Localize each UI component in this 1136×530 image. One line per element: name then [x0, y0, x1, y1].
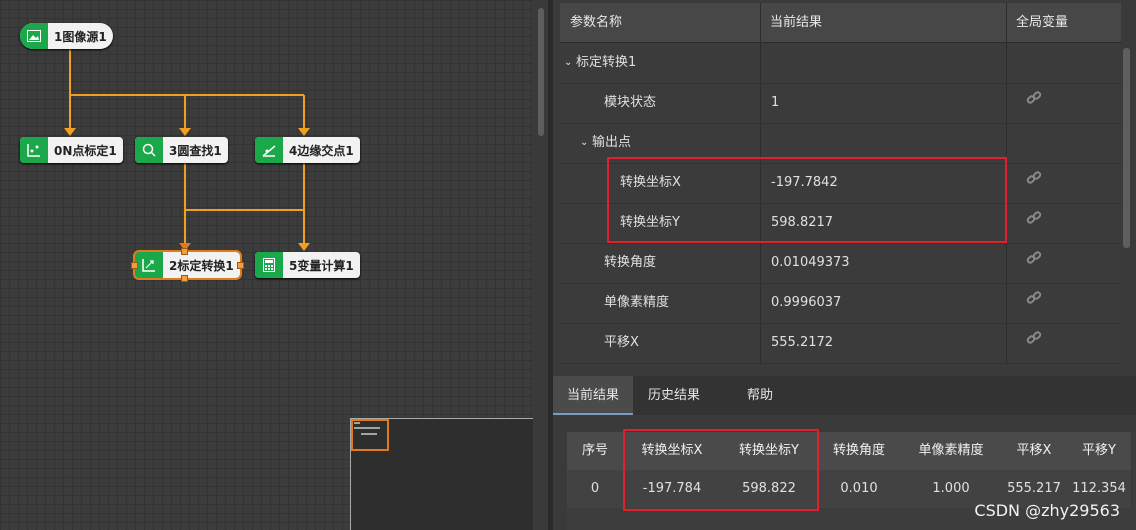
image-icon [20, 23, 48, 49]
node-calibration-transform[interactable]: 2标定转换1 [131, 248, 244, 282]
flow-canvas[interactable]: 1图像源1 0N点标定1 3圆查找1 4边缘交点1 2标定转换1 5变量计算1 [0, 0, 533, 530]
node-label: 5变量计算1 [289, 258, 354, 273]
canvas-scrollbar[interactable] [534, 0, 548, 530]
result-column-header[interactable]: 平移Y [1067, 432, 1132, 470]
parameter-row[interactable]: ⌄ 标定转换1 [560, 43, 1121, 84]
calculator-icon [255, 252, 283, 278]
header-param-name: 参数名称 [570, 15, 623, 30]
circle-search-icon [135, 137, 163, 163]
highlight-box [623, 429, 819, 511]
result-column-header[interactable]: 序号 [567, 432, 624, 470]
parameter-value: 0.9996037 [771, 295, 842, 310]
parameter-row[interactable]: 模块状态 1 [560, 83, 1121, 124]
edge-intersection-icon [255, 137, 283, 163]
link-icon[interactable] [1026, 163, 1042, 184]
calibration-icon [20, 137, 48, 163]
node-n-point-calibration[interactable]: 0N点标定1 [20, 137, 123, 163]
scrollbar-thumb[interactable] [1123, 48, 1130, 248]
chevron-down-icon[interactable]: ⌄ [580, 123, 588, 163]
result-cell: 0.010 [817, 470, 902, 508]
parameter-value: 1 [771, 95, 780, 110]
parameter-name: 单像素精度 [604, 295, 670, 310]
result-column-header[interactable]: 平移X [1001, 432, 1068, 470]
resize-handle[interactable] [131, 262, 138, 269]
link-icon[interactable] [1026, 83, 1042, 104]
node-label: 4边缘交点1 [289, 143, 354, 158]
result-cell: 0 [567, 470, 624, 508]
node-label: 0N点标定1 [54, 143, 117, 158]
parameter-name: 平移X [604, 335, 639, 350]
node-variable-calc[interactable]: 5变量计算1 [255, 252, 360, 278]
node-circle-find[interactable]: 3圆查找1 [135, 137, 228, 163]
resize-handle[interactable] [236, 262, 244, 269]
parameter-value: 555.2172 [771, 335, 834, 350]
result-column-header[interactable]: 转换角度 [817, 432, 902, 470]
tab-current-result[interactable]: 当前结果 [553, 376, 633, 415]
minimap-node [361, 433, 377, 435]
scrollbar-thumb[interactable] [538, 8, 544, 136]
tab-help[interactable]: 帮助 [715, 376, 805, 415]
node-edge-intersection[interactable]: 4边缘交点1 [255, 137, 360, 163]
node-label: 3圆查找1 [169, 143, 222, 158]
parameter-scrollbar[interactable] [1121, 42, 1131, 362]
parameter-name: 转换角度 [604, 255, 657, 270]
link-icon[interactable] [1026, 243, 1042, 264]
header-current-result: 当前结果 [770, 15, 823, 30]
chevron-down-icon[interactable]: ⌄ [564, 43, 572, 83]
parameter-table-header: 参数名称 当前结果 全局变量 [560, 3, 1121, 43]
parameter-row[interactable]: 转换角度 0.01049373 [560, 243, 1121, 284]
result-column-header[interactable]: 单像素精度 [901, 432, 1002, 470]
minimap-node [354, 427, 380, 429]
parameter-row[interactable]: 单像素精度 0.9996037 [560, 283, 1121, 324]
parameter-row[interactable]: 平移X 555.2172 [560, 323, 1121, 364]
node-label: 1图像源1 [54, 29, 107, 44]
link-icon[interactable] [1026, 283, 1042, 304]
parameter-group-name: 标定转换1 [576, 55, 637, 70]
highlight-box [607, 157, 1007, 243]
parameter-value: 0.01049373 [771, 255, 850, 270]
resize-handle[interactable] [181, 275, 188, 282]
link-icon[interactable] [1026, 323, 1042, 344]
parameter-name: 模块状态 [604, 95, 657, 110]
watermark: CSDN @zhy29563 [974, 501, 1120, 520]
minimap-node [354, 422, 360, 424]
result-tabs: 当前结果 历史结果 帮助 [553, 376, 1136, 415]
link-icon[interactable] [1026, 203, 1042, 224]
minimap[interactable] [350, 418, 533, 530]
tab-history-result[interactable]: 历史结果 [633, 376, 715, 415]
node-image-source[interactable]: 1图像源1 [20, 23, 113, 49]
header-global-variable: 全局变量 [1016, 15, 1069, 30]
calibration-transform-icon [135, 252, 163, 278]
resize-handle[interactable] [181, 248, 188, 255]
node-label: 2标定转换1 [169, 258, 234, 273]
result-panel: 参数名称 当前结果 全局变量 ⌄ 标定转换1 模块状态 1 ⌄ 输出点 转换坐标X -197.… [553, 0, 1136, 530]
